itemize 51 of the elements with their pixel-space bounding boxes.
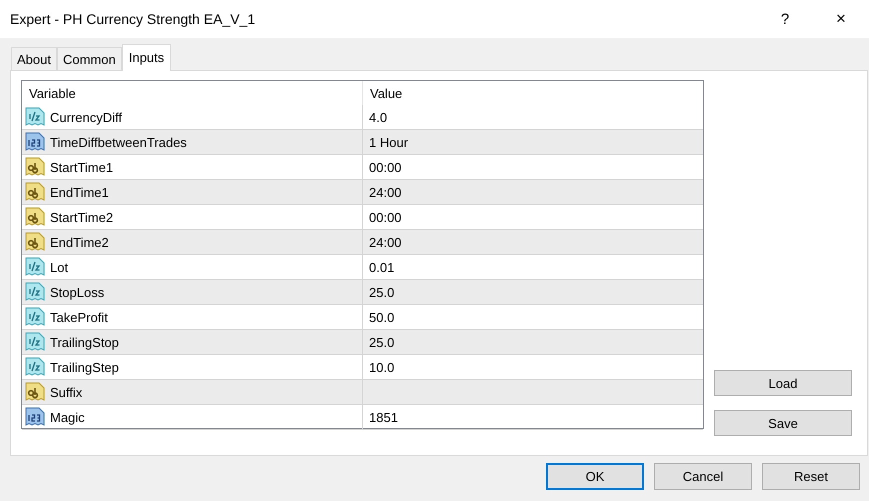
type-icon — [25, 107, 45, 127]
dialog-button[interactable]: OK — [546, 463, 644, 490]
type-icon — [25, 132, 45, 152]
value-cell[interactable]: 0.01 — [369, 260, 394, 274]
dialog-button[interactable]: Reset — [762, 463, 860, 490]
variable-name: TrailingStop — [50, 334, 119, 350]
tab[interactable]: Inputs — [122, 44, 172, 71]
variable-name: CurrencyDiff — [50, 110, 122, 124]
value-cell[interactable]: 1 Hour — [369, 134, 408, 150]
type-icon — [25, 232, 45, 252]
dialog-button[interactable]: Cancel — [654, 463, 752, 490]
variable-name: TakeProfit — [50, 310, 108, 324]
tab[interactable]: About — [11, 47, 57, 70]
tab[interactable]: Common — [56, 47, 122, 70]
value-cell[interactable]: 24:00 — [369, 234, 402, 250]
type-icon — [25, 207, 45, 227]
variable-name: EndTime2 — [50, 234, 109, 250]
value-cell[interactable]: 24:00 — [369, 184, 402, 200]
side-button[interactable]: Load — [714, 370, 852, 396]
window-title: Expert - PH Currency Strength EA_V_1 — [10, 11, 256, 27]
help-button[interactable]: ? — [757, 10, 813, 28]
type-icon — [25, 382, 45, 402]
type-icon — [25, 182, 45, 202]
variable-name: Magic — [50, 410, 85, 424]
variable-name: Suffix — [50, 384, 82, 400]
variable-name: StartTime1 — [50, 160, 114, 174]
column-header: Value — [362, 81, 703, 105]
type-icon — [25, 332, 45, 352]
type-icon — [25, 157, 45, 177]
value-cell[interactable]: 00:00 — [369, 160, 402, 174]
value-cell[interactable]: 10.0 — [369, 360, 394, 374]
type-icon — [25, 257, 45, 277]
value-cell[interactable]: 00:00 — [369, 210, 402, 224]
variable-name: TrailingStep — [50, 360, 119, 374]
variable-name: StartTime2 — [50, 210, 114, 224]
value-cell[interactable]: 50.0 — [369, 310, 394, 324]
value-cell[interactable]: 4.0 — [369, 110, 388, 124]
value-cell[interactable]: 25.0 — [369, 284, 394, 300]
type-icon — [25, 407, 45, 427]
type-icon — [25, 357, 45, 377]
type-icon — [25, 282, 45, 302]
variable-name: Lot — [50, 260, 68, 274]
close-button[interactable]: × — [813, 9, 869, 29]
variable-name: EndTime1 — [50, 184, 109, 200]
variable-name: TimeDiffbetweenTrades — [50, 134, 187, 150]
variable-name: StopLoss — [50, 284, 104, 300]
column-header: Variable — [28, 84, 77, 102]
value-cell[interactable]: 25.0 — [369, 334, 394, 350]
type-icon — [25, 307, 45, 327]
side-button[interactable]: Save — [714, 410, 852, 436]
value-cell[interactable]: 1851 — [369, 410, 398, 424]
